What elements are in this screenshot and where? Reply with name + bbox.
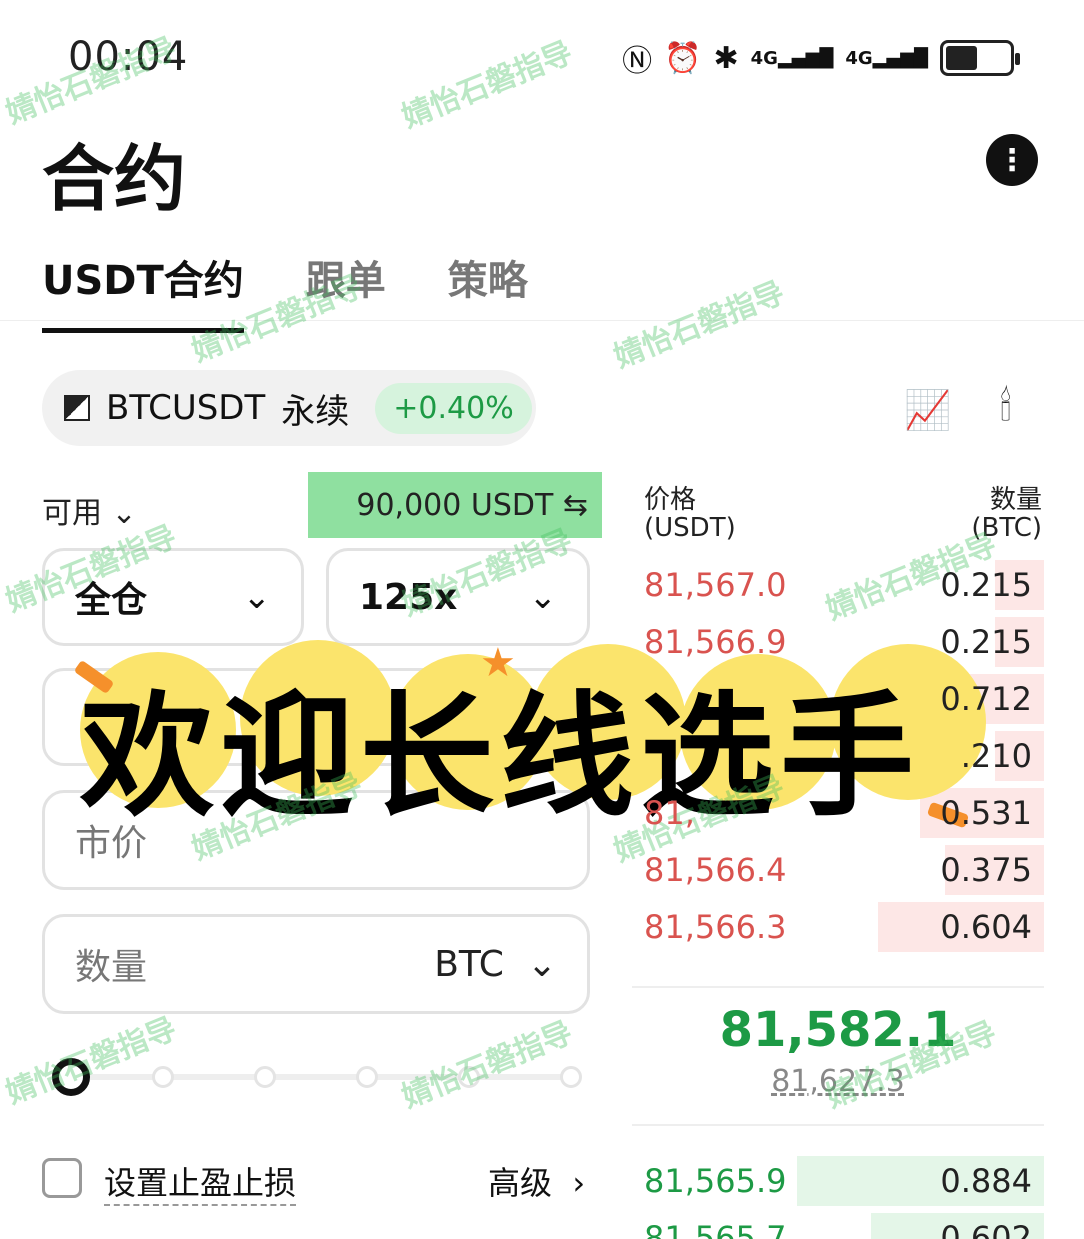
ask-row[interactable]: 81,566.4 0.375 [632,845,1044,895]
quantity-field[interactable]: 数量 BTC ⌄ [42,914,590,1014]
battery-icon [940,40,1020,76]
slider-knob[interactable] [52,1058,90,1096]
orderbook-qty: 0.884 [940,1162,1032,1200]
orderbook-price: 81,566.4 [644,851,787,889]
instrument-selector[interactable]: BTCUSDT 永续 +0.40% [42,370,536,446]
more-options-button[interactable]: ⋮ [986,134,1038,186]
chevron-right-icon: › [572,1164,586,1202]
instrument-symbol: BTCUSDT [106,388,266,428]
alarm-icon: ⏰ [664,40,702,76]
available-label[interactable]: 可用 ⌄ [42,488,137,532]
leverage-select[interactable]: 125x ⌄ [326,548,590,646]
orderbook-price: 81,567.0 [644,566,787,604]
last-price[interactable]: 81,582.1 [632,1002,1044,1058]
bid-row[interactable]: 81,565.9 0.884 [632,1156,1044,1206]
welcome-sticker: ★ 欢迎长线选手 [60,640,1020,835]
quantity-label: 数量 [75,947,148,988]
orderbook-qty: 0.375 [940,851,1032,889]
slider-step[interactable] [560,1066,582,1088]
signal-4g-icon: 4G▂▄▆█ [845,47,928,69]
more-icon: ⋮ [997,142,1027,178]
page-title: 合约 [42,137,187,221]
orderbook-qty: 0.531 [940,794,1032,832]
watermark: 婧怡石磐指导 [397,35,578,136]
orderbook-price: 81,565.9 [644,1162,787,1200]
orderbook-price: 81,566.3 [644,908,787,946]
quantity-slider[interactable] [52,1058,582,1098]
slider-step[interactable] [356,1066,378,1088]
advanced-link[interactable]: 高级 › [488,1158,585,1204]
status-time: 00:04 [68,34,189,80]
orderbook-qty: 0.602 [940,1219,1032,1239]
chevron-down-icon: ⌄ [242,577,272,617]
watermark: 婧怡石磐指导 [609,275,790,376]
quantity-unit-select[interactable]: BTC ⌄ [434,944,557,985]
orderbook-price: 81,566.9 [644,623,787,661]
slider-step[interactable] [458,1066,480,1088]
orderbook-qty: 0.712 [940,680,1032,718]
chevron-down-icon: ⌄ [111,496,137,531]
orderbook-qty: 0.215 [940,623,1032,661]
orderbook-qty: 0.215 [940,566,1032,604]
margin-mode-select[interactable]: 全仓 ⌄ [42,548,304,646]
slider-step[interactable] [254,1066,276,1088]
signal-4g-icon: 4G▂▄▆█ [750,47,834,69]
orderbook-divider [632,1124,1044,1126]
chevron-down-icon: ⌄ [526,943,557,985]
slider-step[interactable] [152,1066,174,1088]
status-icons: Ⓝ ⏰ ✱ 4G▂▄▆█ 4G▂▄▆█ [622,36,1020,80]
bluetooth-icon: ✱ [713,40,739,76]
tabs-divider [0,320,1084,321]
instrument-menu-icon [64,395,90,421]
candlestick-icon[interactable]: 🕯 [1000,384,1011,430]
orderbook-divider [632,986,1044,988]
transfer-icon: ⇆ [562,487,588,523]
chevron-down-icon: ⌄ [528,577,558,617]
bid-row[interactable]: 81,565.7 0.602 [632,1213,1044,1239]
price-change-badge: +0.40% [375,382,532,434]
orderbook-price: 81, [644,794,695,832]
ask-row[interactable]: 81,566.3 0.604 [632,902,1044,952]
instrument-type: 永续 [281,391,350,432]
tpsl-label[interactable]: 设置止盈止损 [104,1158,297,1206]
chart-icon[interactable]: 📈 [904,388,951,433]
orderbook-price-header: 价格 (USDT) [644,485,736,543]
available-balance[interactable]: 90,000 USDT ⇆ [308,472,602,538]
ask-row[interactable]: 81,567.0 0.215 [632,560,1044,610]
orderbook-qty: .210 [960,737,1032,775]
welcome-text: 欢迎长线选手 [80,679,921,835]
orderbook-qty-header: 数量 (BTC) [971,485,1042,543]
tpsl-checkbox[interactable] [42,1158,82,1198]
nfc-icon: Ⓝ [622,44,653,79]
mark-price[interactable]: 81,627.3 [632,1064,1044,1099]
orderbook-qty: 0.604 [940,908,1032,946]
orderbook-price: 81,565.7 [644,1219,787,1239]
